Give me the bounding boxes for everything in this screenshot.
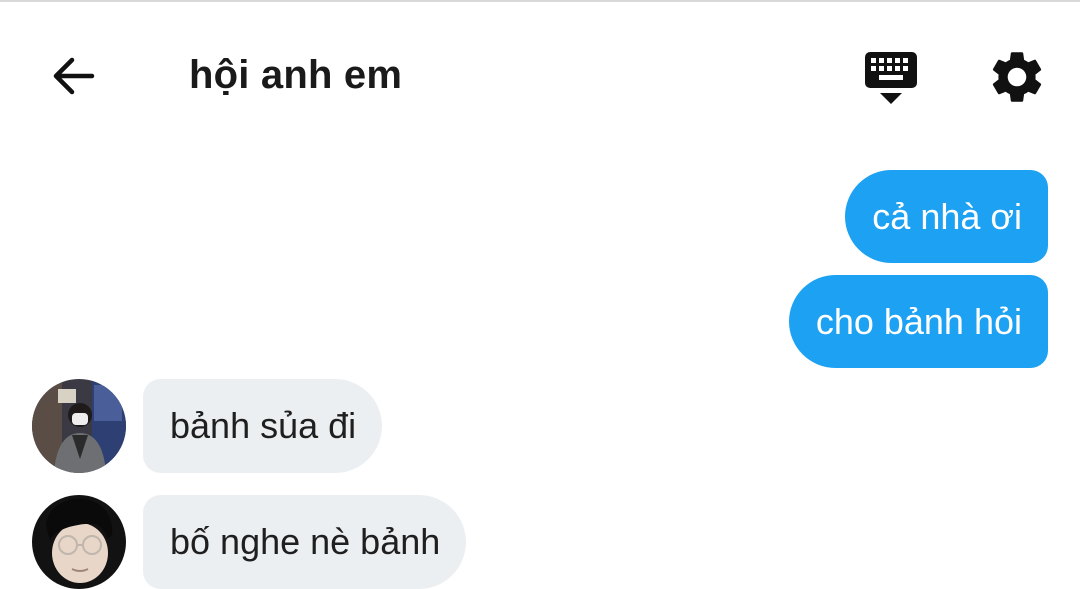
message-text: cho bảnh hỏi [815, 300, 1022, 342]
avatar[interactable] [32, 495, 126, 589]
message-text: bảnh sủa đi [170, 405, 357, 446]
avatar[interactable] [32, 379, 126, 473]
settings-button[interactable] [986, 46, 1048, 108]
keyboard-toggle-button[interactable] [858, 46, 924, 108]
message-bubble-incoming[interactable]: bảnh sủa đi [143, 379, 383, 473]
avatar-photo [32, 495, 126, 589]
chat-title: hội anh em [189, 53, 403, 97]
arrow-left-icon [53, 57, 95, 95]
message-text: cả nhà ơi [872, 195, 1022, 237]
message-bubble-incoming[interactable]: bố nghe nè bảnh [143, 495, 467, 589]
message-bubble-outgoing[interactable]: cả nhà ơi [845, 170, 1048, 263]
gear-icon [992, 52, 1042, 102]
message-text: bố nghe nè bảnh [170, 521, 441, 562]
avatar-photo [32, 379, 126, 473]
keyboard-icon [865, 52, 917, 104]
back-button[interactable] [46, 48, 102, 104]
message-bubble-outgoing[interactable]: cho bảnh hỏi [788, 275, 1048, 368]
chat-header: hội anh em [0, 2, 1080, 142]
